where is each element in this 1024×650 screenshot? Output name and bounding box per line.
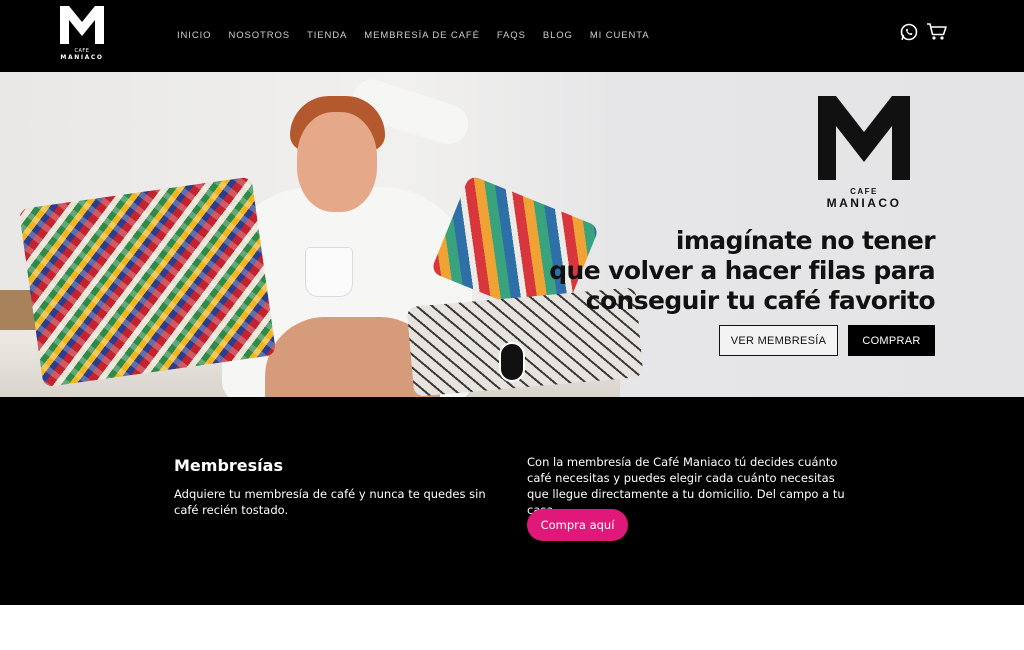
hero-headline-line-2: que volver a hacer filas para: [549, 256, 935, 285]
nav-item-blog[interactable]: BLOG: [543, 30, 573, 44]
hero-headline: imagínate no tener que volver a hacer fi…: [515, 226, 935, 316]
nav-item-membresia[interactable]: MEMBRESÍA DE CAFÉ: [364, 30, 480, 44]
nav-item-mi-cuenta[interactable]: MI CUENTA: [590, 30, 650, 44]
membership-subtitle: Adquiere tu membresía de café y nunca te…: [174, 487, 486, 517]
site-logo[interactable]: CAFE MANIACO: [58, 6, 106, 66]
scroll-down-icon[interactable]: [499, 342, 525, 382]
nav-item-tienda[interactable]: TIENDA: [307, 30, 347, 44]
main-nav: INICIO NOSOTROS TIENDA MEMBRESÍA DE CAFÉ…: [177, 30, 666, 44]
hero-logo-maniaco: MANIACO: [826, 196, 902, 210]
membership-title: Membresías: [174, 456, 283, 475]
hero-headline-line-3: conseguir tu café favorito: [585, 286, 936, 315]
hero-logo-cafe: CAFE: [850, 187, 878, 196]
hero-person-face: [297, 112, 377, 212]
site-header: CAFE MANIACO INICIO NOSOTROS TIENDA MEMB…: [0, 0, 1024, 72]
logo-m-icon: [60, 6, 104, 44]
cart-icon[interactable]: [926, 22, 947, 42]
page-bottom-area: [0, 605, 1024, 650]
view-membership-button[interactable]: VER MEMBRESÍA: [719, 325, 838, 356]
buy-button[interactable]: COMPRAR: [848, 325, 935, 356]
nav-item-nosotros[interactable]: NOSOTROS: [228, 30, 290, 44]
nav-item-faqs[interactable]: FAQS: [497, 30, 526, 44]
hero-logo: CAFE MANIACO: [814, 96, 914, 210]
whatsapp-icon[interactable]: [899, 22, 919, 42]
hero-banner: CAFE MANIACO imagínate no tener que volv…: [0, 72, 1024, 397]
hero-pillow-colorful: [18, 176, 277, 388]
hero-coffee-mug: [306, 248, 352, 296]
nav-item-inicio[interactable]: INICIO: [177, 30, 211, 44]
membership-section: Membresías Adquiere tu membresía de café…: [0, 397, 1024, 605]
logo-maniaco-text: MANIACO: [60, 54, 104, 61]
hero-logo-m-icon: [818, 96, 910, 180]
buy-here-button[interactable]: Compra aquí: [527, 509, 628, 541]
hero-headline-line-1: imagínate no tener: [675, 226, 936, 255]
